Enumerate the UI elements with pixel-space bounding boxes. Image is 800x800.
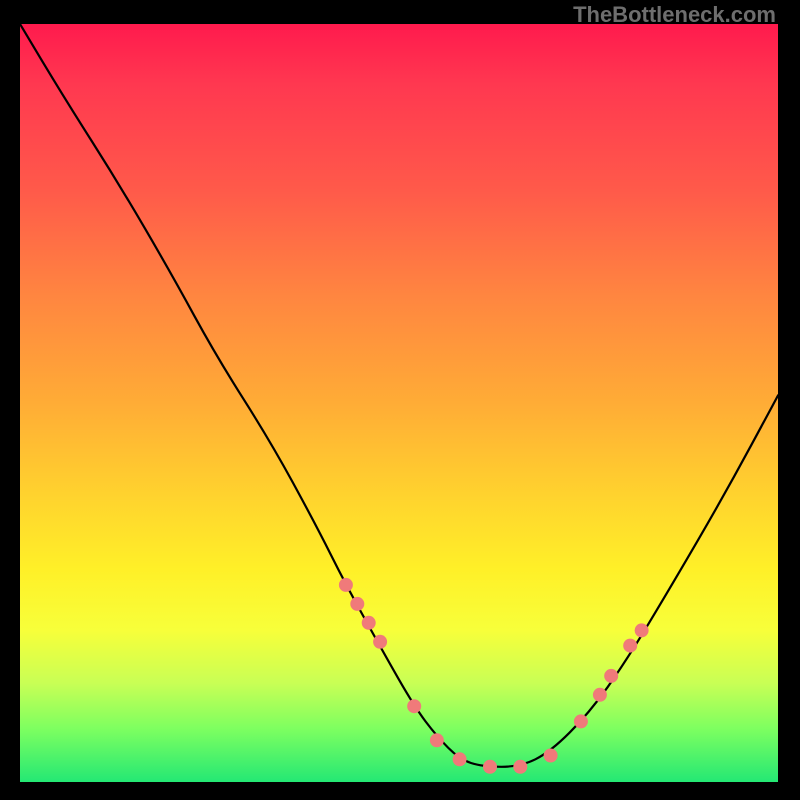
chart-stage: TheBottleneck.com bbox=[0, 0, 800, 800]
chart-plot-area bbox=[20, 24, 778, 782]
